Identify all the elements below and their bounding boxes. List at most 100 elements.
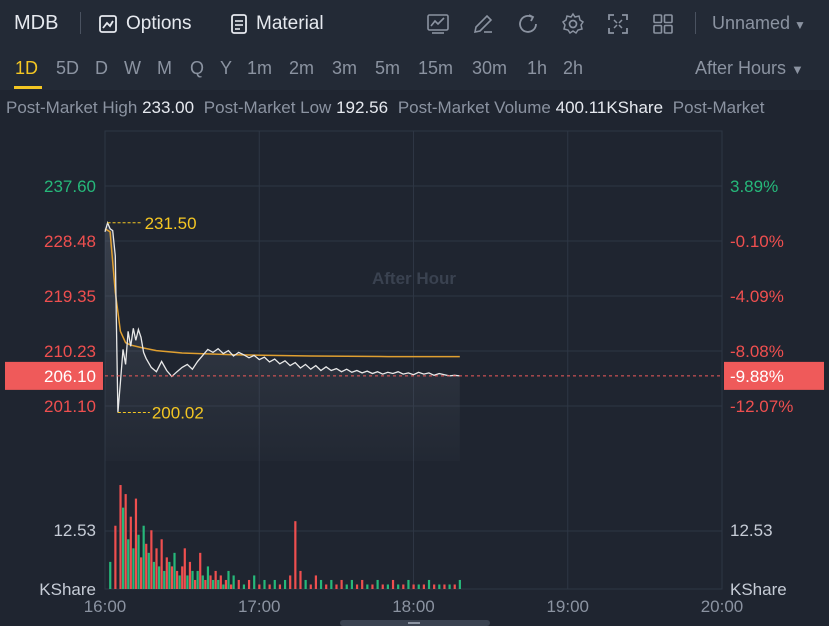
options-button[interactable]: Options — [98, 10, 191, 38]
volume-bar — [412, 584, 415, 589]
period-q[interactable]: Q — [190, 58, 204, 79]
post-market-stats: Post-Market High 233.00 Post-Market Low … — [0, 90, 829, 126]
volume-bar — [319, 579, 323, 589]
fullscreen-icon[interactable] — [606, 12, 630, 36]
divider — [695, 12, 696, 34]
volume-bar — [193, 579, 197, 589]
refresh-icon[interactable] — [516, 12, 540, 36]
volume-bar — [325, 584, 328, 589]
period-m[interactable]: M — [157, 58, 172, 79]
volume-bar — [263, 579, 266, 589]
last-price-value: 206.10 — [44, 367, 96, 386]
volume-bar — [145, 543, 148, 589]
time-tick-label: 16:00 — [84, 597, 127, 616]
volume-bar — [201, 575, 204, 589]
volume-bar — [121, 507, 125, 589]
volume-bar — [448, 584, 451, 589]
volume-bar — [381, 584, 384, 589]
volume-bar — [232, 575, 235, 589]
volume-bar — [304, 579, 307, 589]
time-tick-label: 18:00 — [392, 597, 435, 616]
material-button[interactable]: Material — [230, 10, 324, 38]
volume-bar — [152, 561, 156, 589]
volume-bar — [407, 579, 410, 589]
period-w[interactable]: W — [124, 58, 141, 79]
volume-bar — [150, 530, 153, 589]
volume-unit-label: KShare — [730, 580, 787, 599]
volume-bar — [147, 552, 150, 589]
period-2m[interactable]: 2m — [289, 58, 314, 79]
volume-bar — [129, 516, 132, 589]
volume-bar — [188, 561, 192, 589]
volume-bar — [443, 584, 446, 589]
stat-label: Post-Market High — [6, 98, 138, 117]
volume-bar — [350, 579, 353, 589]
chart-options-icon — [99, 15, 117, 33]
period-5m[interactable]: 5m — [375, 58, 400, 79]
volume-bar — [253, 575, 256, 589]
low-marker-label: 200.02 — [152, 404, 204, 423]
volume-bar — [139, 557, 143, 589]
volume-bar — [340, 579, 343, 589]
session-label: After Hours — [695, 58, 787, 78]
symbol-label[interactable]: MDB — [14, 12, 58, 35]
period-2h[interactable]: 2h — [563, 58, 583, 79]
volume-bars — [109, 485, 461, 589]
active-period-indicator — [14, 86, 42, 89]
period-1d[interactable]: 1D — [15, 58, 38, 79]
period-y[interactable]: Y — [220, 58, 232, 79]
price-tick-label: 210.23 — [44, 342, 96, 361]
draw-pen-icon[interactable] — [471, 12, 495, 36]
volume-bar — [402, 584, 405, 589]
volume-bar — [155, 548, 158, 589]
volume-bar — [335, 584, 338, 589]
period-5d[interactable]: 5D — [56, 58, 79, 79]
volume-bar — [173, 552, 176, 589]
period-1h[interactable]: 1h — [527, 58, 547, 79]
session-dropdown[interactable]: After Hours ▼ — [695, 58, 804, 79]
volume-bar — [397, 584, 400, 589]
volume-bar — [165, 557, 168, 589]
high-marker-label: 231.50 — [145, 214, 197, 233]
stat-label: Post-Market Volume — [397, 98, 551, 117]
period-3m[interactable]: 3m — [332, 58, 357, 79]
stat-label: Post-Market Low — [203, 98, 332, 117]
indicator-icon[interactable] — [426, 12, 450, 36]
volume-bar — [204, 579, 207, 589]
period-30m[interactable]: 30m — [472, 58, 507, 79]
percent-tick-label: -8.08% — [730, 342, 784, 361]
volume-bar — [386, 584, 389, 589]
volume-bar — [227, 570, 230, 589]
volume-bar — [114, 525, 117, 589]
time-axis: 16:00 17:00 18:00 19:00 20:00 — [84, 597, 744, 616]
period-d[interactable]: D — [95, 58, 108, 79]
volume-bar — [206, 566, 210, 589]
volume-bar — [422, 584, 425, 589]
period-1m[interactable]: 1m — [247, 58, 272, 79]
volume-bar — [157, 566, 161, 589]
options-label: Options — [126, 13, 192, 34]
volume-bar — [163, 570, 166, 589]
volume-bar — [132, 548, 135, 589]
percent-tick-label: -12.07% — [730, 397, 793, 416]
layout-name-dropdown[interactable]: Unnamed ▼ — [712, 13, 806, 34]
volume-bar — [433, 584, 436, 589]
period-15m[interactable]: 15m — [418, 58, 453, 79]
price-tick-label: 201.10 — [44, 397, 96, 416]
volume-bar — [458, 579, 461, 589]
volume-bar — [237, 579, 240, 589]
volume-bar — [371, 584, 374, 589]
scroll-grip-icon[interactable] — [408, 622, 420, 624]
price-tick-label: 219.35 — [44, 287, 96, 306]
volume-bar — [229, 584, 233, 589]
volume-bar — [211, 579, 215, 589]
layout-grid-icon[interactable] — [651, 12, 675, 36]
settings-gear-icon[interactable] — [561, 12, 585, 36]
volume-bar — [142, 525, 145, 589]
volume-bar — [376, 579, 379, 589]
document-icon — [231, 14, 247, 34]
intraday-chart[interactable]: After Hour 231.50 200.02 237.60 228.48 219.… — [0, 126, 829, 626]
volume-bar — [109, 561, 112, 589]
volume-bar — [175, 570, 179, 589]
volume-tick-label: 12.53 — [53, 521, 96, 540]
